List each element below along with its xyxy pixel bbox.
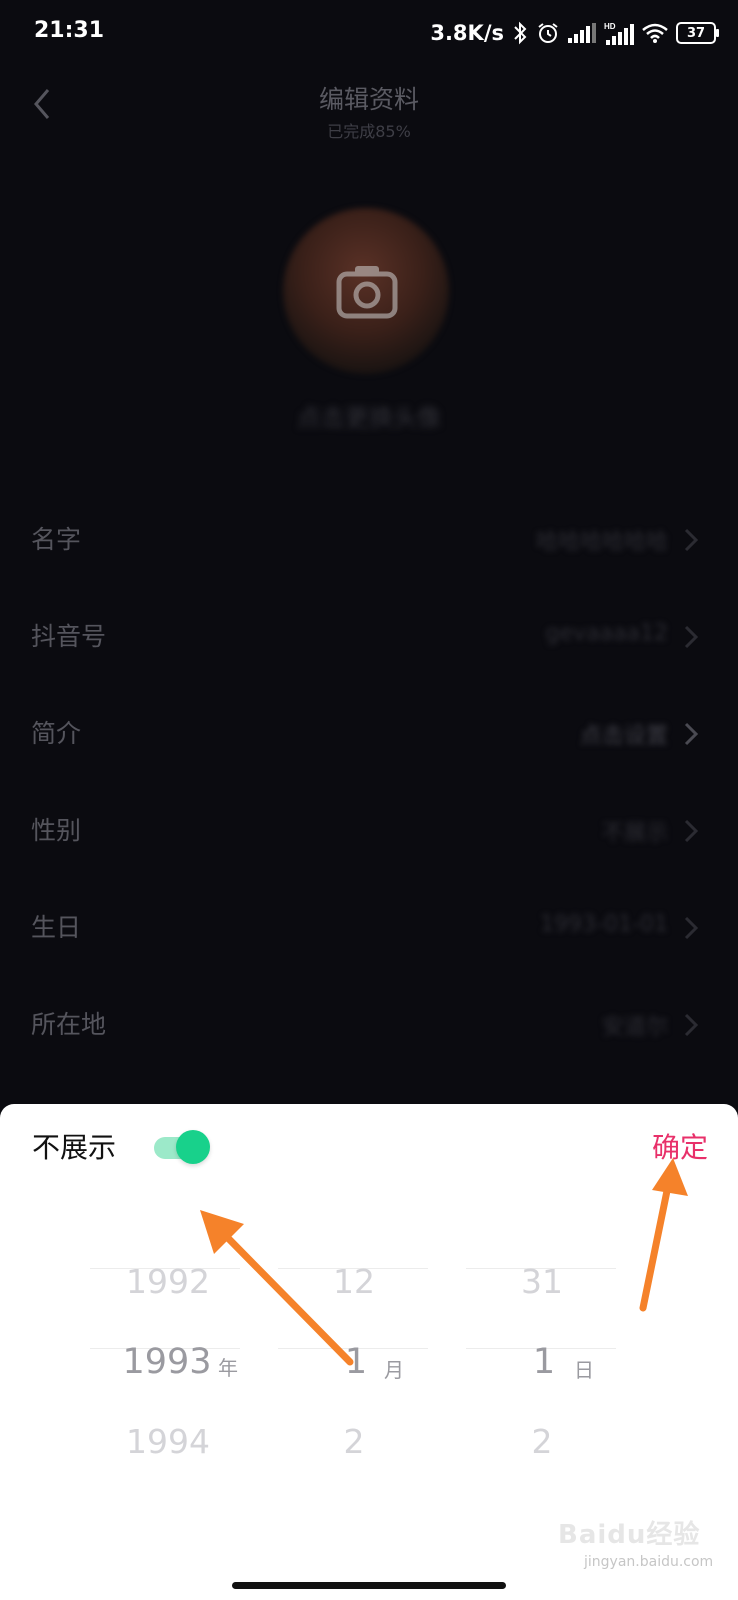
page-title: 编辑资料 [318, 85, 419, 114]
row-value: 安道尔 [601, 1015, 668, 1040]
row-value: 点击设置 [579, 724, 668, 749]
chevron-right-icon [684, 916, 699, 940]
avatar-caption[interactable]: 点击更换头像 [0, 398, 738, 433]
camera-icon [333, 262, 401, 322]
alarm-icon [536, 21, 560, 45]
chevron-right-icon [684, 625, 699, 649]
hide-birthday-toggle[interactable] [150, 1130, 212, 1164]
month-unit: 月 [384, 1358, 404, 1382]
row-birthday[interactable]: 生日 1993-01-01 [0, 886, 738, 983]
month-prev: 12 [333, 1262, 375, 1301]
row-name[interactable]: 名字 哈哈哈哈哈哈 [0, 498, 738, 595]
row-label: 性别 [31, 816, 82, 845]
row-label: 生日 [31, 913, 82, 942]
day-unit: 日 [574, 1358, 594, 1382]
row-label: 名字 [31, 525, 82, 554]
page-header: 编辑资料 已完成85% [0, 66, 738, 156]
row-value: 哈哈哈哈哈哈 [535, 530, 668, 555]
day-prev: 31 [521, 1262, 563, 1301]
status-time: 21:31 [34, 18, 105, 43]
watermark-logo: Baidu经验 [558, 1520, 701, 1550]
completion-subtitle: 已完成85% [327, 122, 411, 141]
chevron-right-icon [684, 722, 699, 746]
row-value: 不展示 [601, 821, 668, 846]
year-next: 1994 [126, 1422, 210, 1461]
row-label: 抖音号 [31, 622, 107, 651]
month-selected: 1 [344, 1342, 368, 1382]
signal-icon [568, 23, 596, 43]
row-label: 所在地 [31, 1010, 107, 1039]
row-label: 简介 [31, 719, 82, 748]
day-selected: 1 [532, 1342, 556, 1382]
chevron-right-icon [684, 528, 699, 552]
status-bar: 21:31 3.8K/s HD 37 [0, 0, 738, 66]
network-speed: 3.8K/s [430, 21, 504, 45]
toggle-knob [176, 1130, 210, 1164]
profile-list: 名字 哈哈哈哈哈哈 抖音号 gevaaaa12 简介 点击设置 性别 不展示 生… [0, 498, 738, 1080]
watermark-url: jingyan.baidu.com [584, 1554, 714, 1570]
wifi-icon [642, 23, 668, 43]
row-location[interactable]: 所在地 安道尔 [0, 983, 738, 1080]
year-selected: 1993 [122, 1342, 212, 1382]
chevron-right-icon [684, 819, 699, 843]
month-next: 2 [343, 1422, 365, 1461]
status-icons: 3.8K/s HD 37 [430, 18, 719, 48]
chevron-right-icon [684, 1013, 699, 1037]
svg-text:HD: HD [604, 22, 616, 31]
year-unit: 年 [218, 1356, 238, 1380]
bluetooth-icon [512, 21, 528, 45]
day-next: 2 [531, 1422, 553, 1461]
confirm-button[interactable]: 确定 [652, 1126, 708, 1166]
hide-birthday-label: 不展示 [32, 1131, 117, 1164]
row-douyin-id[interactable]: 抖音号 gevaaaa12 [0, 595, 738, 692]
hd-signal-icon: HD [604, 21, 634, 45]
home-indicator[interactable] [232, 1582, 506, 1589]
year-prev: 1992 [126, 1262, 210, 1301]
row-value: 1993-01-01 [540, 912, 668, 937]
row-gender[interactable]: 性别 不展示 [0, 789, 738, 886]
battery-icon: 37 [676, 22, 719, 44]
row-value: gevaaaa12 [545, 621, 668, 646]
row-bio[interactable]: 简介 点击设置 [0, 692, 738, 789]
